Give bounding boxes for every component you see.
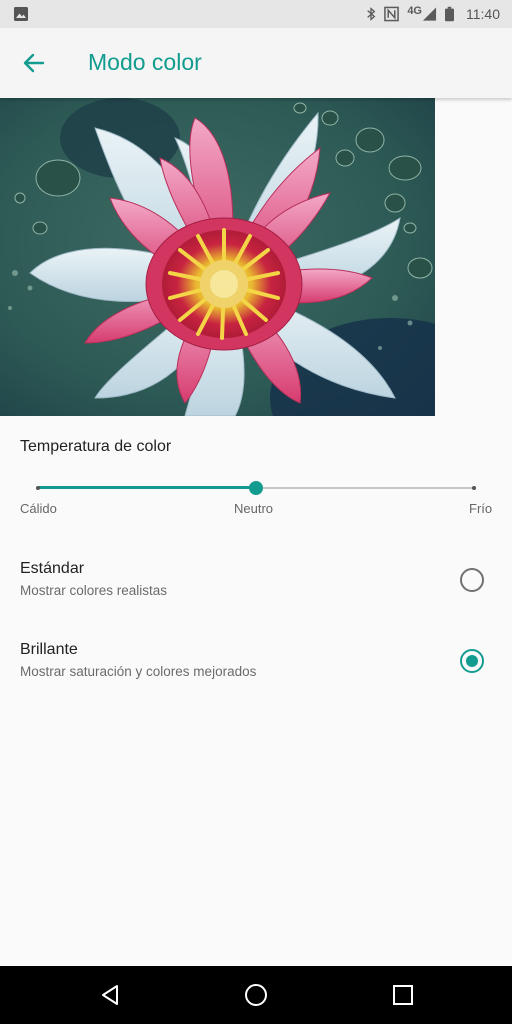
nav-home-button[interactable]	[241, 980, 271, 1010]
slider-tick-end	[472, 486, 476, 490]
recents-square-icon	[393, 985, 413, 1005]
clock: 11:40	[466, 6, 500, 22]
back-triangle-icon	[102, 985, 118, 1005]
signal-icon	[422, 7, 437, 21]
option-standard[interactable]: Estándar Mostrar colores realistas	[0, 552, 512, 616]
gallery-notification-icon	[14, 7, 28, 21]
color-temperature-slider[interactable]	[36, 478, 476, 498]
radio-standard[interactable]	[460, 568, 484, 592]
home-circle-icon	[245, 984, 267, 1006]
nav-back-button[interactable]	[95, 980, 125, 1010]
navigation-bar	[0, 966, 512, 1024]
slider-label-neutral: Neutro	[234, 501, 274, 516]
color-preview-image	[0, 98, 435, 416]
arrow-left-icon	[23, 53, 45, 73]
option-vivid[interactable]: Brillante Mostrar saturación y colores m…	[0, 633, 512, 697]
page-title: Modo color	[88, 49, 202, 75]
battery-icon	[445, 6, 454, 22]
back-button[interactable]	[14, 46, 54, 80]
radio-vivid[interactable]	[460, 649, 484, 673]
color-temperature-label: Temperatura de color	[20, 438, 172, 455]
status-icons: 4G 11:40	[366, 0, 500, 28]
network-type: 4G	[407, 5, 422, 17]
option-subtitle: Mostrar colores realistas	[20, 583, 168, 598]
slider-label-cool: Frío	[469, 501, 493, 516]
app-bar: Modo color	[0, 28, 512, 98]
option-title: Estándar	[20, 560, 85, 577]
option-subtitle: Mostrar saturación y colores mejorados	[20, 664, 257, 679]
lotus-flower-image	[0, 98, 435, 416]
option-title: Brillante	[20, 641, 78, 658]
nfc-icon	[384, 6, 400, 22]
bluetooth-icon	[367, 7, 376, 21]
slider-label-warm: Cálido	[20, 501, 57, 516]
slider-active-track	[38, 486, 256, 489]
slider-tick-start	[36, 486, 40, 490]
nav-recents-button[interactable]	[388, 980, 418, 1010]
slider-thumb[interactable]	[249, 481, 263, 495]
status-bar: 4G 11:40	[0, 0, 512, 28]
